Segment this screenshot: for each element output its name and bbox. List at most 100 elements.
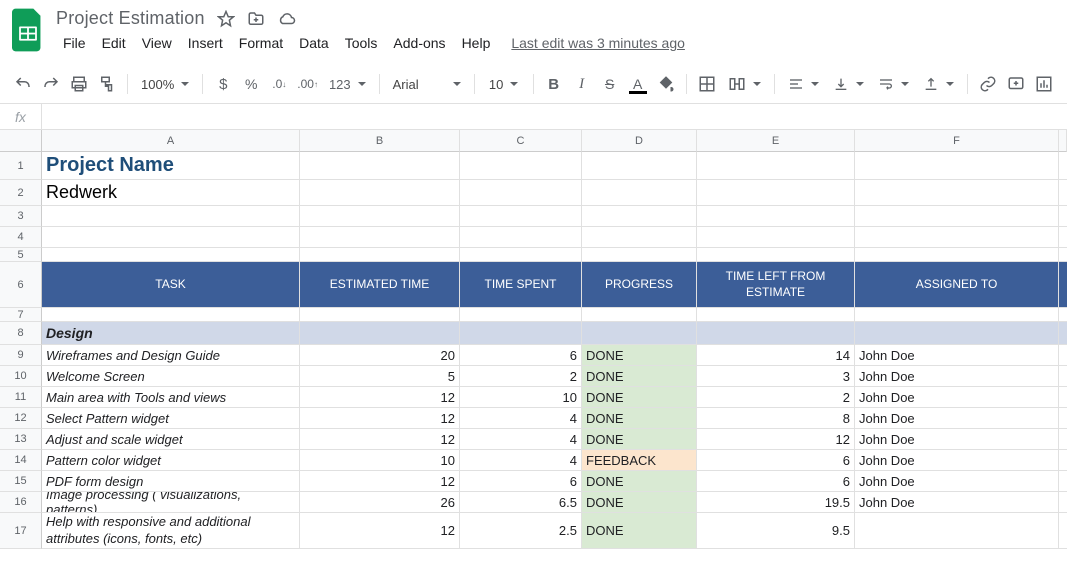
cell[interactable] (582, 152, 697, 180)
percent-button[interactable]: % (238, 71, 264, 97)
row-header-11[interactable]: 11 (0, 387, 42, 408)
cell[interactable] (1059, 450, 1067, 471)
table-header-a[interactable]: TASK (42, 262, 300, 308)
time-left-cell[interactable]: 6 (697, 471, 855, 492)
cell[interactable] (300, 206, 460, 227)
cell[interactable] (582, 206, 697, 227)
cell[interactable] (300, 308, 460, 322)
menu-edit[interactable]: Edit (95, 31, 133, 55)
time-spent-cell[interactable]: 6.5 (460, 492, 582, 513)
progress-cell[interactable]: DONE (582, 513, 697, 549)
time-spent-cell[interactable]: 4 (460, 408, 582, 429)
row-header-14[interactable]: 14 (0, 450, 42, 471)
company-name[interactable]: Redwerk (42, 180, 300, 206)
cell[interactable] (1059, 492, 1067, 513)
cell[interactable] (300, 227, 460, 248)
cell[interactable] (42, 308, 300, 322)
strikethrough-button[interactable]: S (597, 71, 623, 97)
cell[interactable] (42, 227, 300, 248)
progress-cell[interactable]: DONE (582, 471, 697, 492)
cell[interactable] (1059, 513, 1067, 549)
redo-button[interactable] (38, 71, 64, 97)
cell[interactable] (697, 206, 855, 227)
cell[interactable] (697, 152, 855, 180)
cell[interactable] (855, 180, 1059, 206)
progress-cell[interactable]: DONE (582, 429, 697, 450)
progress-cell[interactable]: FEEDBACK (582, 450, 697, 471)
estimated-time-cell[interactable]: 12 (300, 429, 460, 450)
cell[interactable] (1059, 366, 1067, 387)
menu-addons[interactable]: Add-ons (386, 31, 452, 55)
undo-button[interactable] (10, 71, 36, 97)
assigned-to-cell[interactable]: John Doe (855, 366, 1059, 387)
cell[interactable] (460, 308, 582, 322)
move-icon[interactable] (247, 10, 265, 28)
table-header-b[interactable]: ESTIMATED TIME (300, 262, 460, 308)
estimated-time-cell[interactable]: 20 (300, 345, 460, 366)
time-spent-cell[interactable]: 2 (460, 366, 582, 387)
insert-chart-button[interactable] (1031, 71, 1057, 97)
row-header-4[interactable]: 4 (0, 227, 42, 248)
table-header-f[interactable]: ASSIGNED TO (855, 262, 1059, 308)
cell[interactable] (855, 206, 1059, 227)
row-header-2[interactable]: 2 (0, 180, 42, 206)
borders-button[interactable] (694, 71, 720, 97)
cell[interactable] (460, 227, 582, 248)
section-header-cell[interactable] (697, 322, 855, 345)
cell[interactable] (697, 248, 855, 262)
task-cell[interactable]: Adjust and scale widget (42, 429, 300, 450)
cell[interactable] (1059, 206, 1067, 227)
cell[interactable] (42, 248, 300, 262)
assigned-to-cell[interactable]: John Doe (855, 450, 1059, 471)
sheets-logo[interactable] (10, 12, 46, 48)
menu-data[interactable]: Data (292, 31, 336, 55)
cloud-icon[interactable] (277, 10, 297, 28)
cell[interactable] (1059, 345, 1067, 366)
cell[interactable] (1059, 248, 1067, 262)
print-button[interactable] (66, 71, 92, 97)
spreadsheet-grid[interactable]: ABCDEF1Project Name2Redwerk3456TASKESTIM… (0, 130, 1067, 549)
task-cell[interactable]: Wireframes and Design Guide (42, 345, 300, 366)
menu-tools[interactable]: Tools (338, 31, 385, 55)
row-header-17[interactable]: 17 (0, 513, 42, 549)
estimated-time-cell[interactable]: 5 (300, 366, 460, 387)
cell[interactable] (697, 308, 855, 322)
zoom-dropdown[interactable]: 100% (135, 71, 195, 97)
task-cell[interactable]: Image processing ( visualizations, patte… (42, 492, 300, 513)
bold-button[interactable]: B (541, 71, 567, 97)
section-header-cell[interactable] (300, 322, 460, 345)
document-title[interactable]: Project Estimation (56, 8, 205, 29)
estimated-time-cell[interactable]: 12 (300, 513, 460, 549)
cell[interactable] (300, 248, 460, 262)
cell[interactable] (460, 152, 582, 180)
column-header-c[interactable]: C (460, 130, 582, 152)
cell[interactable] (300, 180, 460, 206)
time-left-cell[interactable]: 3 (697, 366, 855, 387)
progress-cell[interactable]: DONE (582, 408, 697, 429)
paint-format-button[interactable] (94, 71, 120, 97)
vertical-align-dropdown[interactable] (827, 71, 870, 97)
assigned-to-cell[interactable]: John Doe (855, 492, 1059, 513)
last-edit-link[interactable]: Last edit was 3 minutes ago (511, 35, 685, 51)
task-cell[interactable]: PDF form design (42, 471, 300, 492)
cell[interactable] (460, 180, 582, 206)
time-spent-cell[interactable]: 6 (460, 345, 582, 366)
cell[interactable] (855, 152, 1059, 180)
cell[interactable] (1059, 227, 1067, 248)
project-name-title[interactable]: Project Name (42, 152, 300, 180)
row-header-1[interactable]: 1 (0, 152, 42, 180)
task-cell[interactable]: Welcome Screen (42, 366, 300, 387)
cell[interactable] (1059, 471, 1067, 492)
time-spent-cell[interactable]: 4 (460, 429, 582, 450)
time-left-cell[interactable]: 9.5 (697, 513, 855, 549)
cell[interactable] (855, 308, 1059, 322)
increase-decimal-button[interactable]: .00↑ (294, 71, 321, 97)
cell[interactable] (1059, 180, 1067, 206)
column-header-b[interactable]: B (300, 130, 460, 152)
assigned-to-cell[interactable]: John Doe (855, 471, 1059, 492)
italic-button[interactable]: I (569, 71, 595, 97)
column-header-a[interactable]: A (42, 130, 300, 152)
row-header-10[interactable]: 10 (0, 366, 42, 387)
column-header-e[interactable]: E (697, 130, 855, 152)
row-header-13[interactable]: 13 (0, 429, 42, 450)
